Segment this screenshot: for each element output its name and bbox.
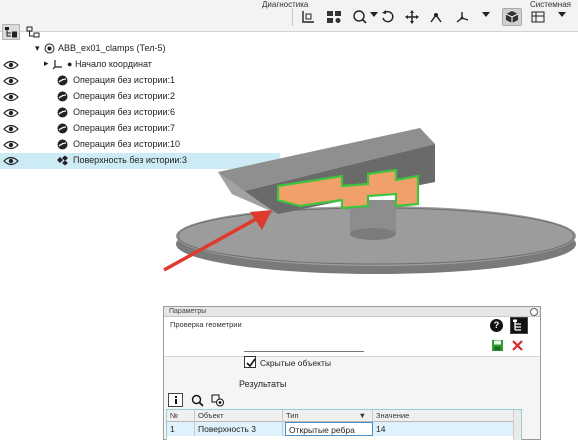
column-header-value[interactable]: Значение bbox=[373, 410, 513, 422]
tree-list-icon bbox=[513, 319, 521, 331]
operation-icon bbox=[57, 75, 68, 86]
operation-icon bbox=[57, 107, 68, 118]
parameters-dialog: Параметры Проверка геометрии ? Скрытые о… bbox=[163, 306, 541, 440]
pan-icon bbox=[405, 10, 419, 24]
save-icon[interactable] bbox=[491, 339, 504, 352]
zoom-icon bbox=[191, 394, 204, 407]
expand-arrow-icon[interactable]: ▸ bbox=[44, 58, 49, 69]
eye-icon[interactable] bbox=[3, 60, 19, 70]
eye-icon[interactable] bbox=[3, 76, 19, 86]
surface-icon bbox=[57, 155, 68, 166]
select-object-button[interactable] bbox=[210, 393, 225, 407]
tree-item-label: Начало координат bbox=[75, 59, 152, 69]
display-mode-dropdown-caret[interactable] bbox=[558, 12, 566, 17]
table-row[interactable]: 1 Поверхность 3 Открытые ребра 14 bbox=[167, 422, 521, 436]
tree-item-operation[interactable]: Операция без истории:1 bbox=[0, 73, 280, 89]
zoom-button[interactable] bbox=[350, 8, 370, 26]
top-toolbar: Диагностика Системная bbox=[0, 0, 578, 32]
table-header: № Объект Тип ▼ Значение bbox=[167, 410, 521, 422]
pan-button[interactable] bbox=[402, 8, 422, 26]
column-header-number[interactable]: № bbox=[167, 410, 195, 422]
orient-button[interactable] bbox=[426, 8, 446, 26]
checkmark-icon bbox=[246, 358, 256, 368]
display-mode-icon bbox=[531, 11, 545, 23]
tree-item-origin[interactable]: ▸ ● Начало координат bbox=[0, 57, 280, 73]
rotate-icon bbox=[382, 10, 394, 23]
hidden-objects-label: Скрытые объекты bbox=[260, 358, 331, 368]
cell-object: Поверхность 3 bbox=[195, 422, 283, 436]
tree-root-label: ABB_ex01_clamps (Тел-5) bbox=[58, 43, 166, 53]
properties-button[interactable] bbox=[324, 8, 344, 26]
coordinate-system-button[interactable] bbox=[298, 8, 318, 26]
section-divider bbox=[244, 351, 364, 352]
axes-button[interactable] bbox=[452, 8, 472, 26]
eye-icon[interactable] bbox=[3, 140, 19, 150]
results-table: № Объект Тип ▼ Значение 1 Поверхность 3 … bbox=[166, 409, 522, 440]
part-icon bbox=[44, 43, 55, 54]
operation-icon bbox=[57, 139, 68, 150]
axes-icon bbox=[456, 12, 469, 23]
zoom-dropdown-caret[interactable] bbox=[370, 12, 378, 17]
tree-view-button[interactable] bbox=[2, 24, 20, 40]
info-button[interactable] bbox=[168, 393, 183, 407]
eye-icon[interactable] bbox=[3, 124, 19, 134]
eye-icon[interactable] bbox=[3, 156, 19, 166]
view-cube-button[interactable] bbox=[502, 8, 522, 26]
zoom-to-object-button[interactable] bbox=[190, 393, 205, 407]
axes-dropdown-caret[interactable] bbox=[482, 12, 490, 17]
orient-icon bbox=[430, 13, 442, 23]
column-header-type[interactable]: Тип ▼ bbox=[283, 410, 373, 422]
dialog-close-icon[interactable] bbox=[530, 308, 538, 316]
cell-type-dropdown[interactable]: Открытые ребра bbox=[285, 422, 373, 436]
tree-root[interactable]: ▾ ABB_ex01_clamps (Тел-5) bbox=[0, 41, 280, 57]
eye-icon[interactable] bbox=[3, 108, 19, 118]
table-scrollbar[interactable] bbox=[513, 410, 521, 440]
cell-number: 1 bbox=[167, 422, 195, 436]
expand-arrow-icon[interactable]: ▾ bbox=[35, 43, 40, 54]
column-header-type-label: Тип bbox=[286, 411, 299, 420]
cell-value: 14 bbox=[376, 424, 386, 434]
eye-icon[interactable] bbox=[3, 92, 19, 102]
tree-item-label: Операция без истории:1 bbox=[73, 75, 176, 85]
coordinate-system-icon bbox=[302, 11, 314, 23]
results-label: Результаты bbox=[239, 379, 287, 389]
model-viewport[interactable] bbox=[150, 90, 578, 290]
properties-icon bbox=[327, 11, 341, 23]
operation-icon bbox=[57, 91, 68, 102]
tree-toggle-button[interactable] bbox=[510, 317, 528, 334]
hidden-objects-checkbox[interactable] bbox=[244, 356, 256, 368]
hierarchy-icon bbox=[26, 26, 40, 38]
zoom-icon bbox=[353, 10, 367, 24]
help-icon[interactable]: ? bbox=[490, 319, 503, 332]
cancel-icon[interactable] bbox=[511, 339, 524, 352]
tree-alt-view-button[interactable] bbox=[24, 24, 42, 40]
coordinate-origin-icon bbox=[52, 60, 62, 70]
filter-dropdown-icon[interactable]: ▼ bbox=[359, 410, 366, 422]
operation-icon bbox=[57, 123, 68, 134]
dialog-subtitle: Проверка геометрии bbox=[170, 320, 242, 329]
origin-dot-icon: ● bbox=[67, 59, 73, 69]
select-object-icon bbox=[211, 394, 224, 406]
column-header-object[interactable]: Объект bbox=[195, 410, 283, 422]
tree-structure-icon bbox=[5, 27, 17, 38]
cube-icon bbox=[505, 11, 519, 23]
dialog-title: Параметры bbox=[164, 307, 540, 317]
display-mode-button[interactable] bbox=[528, 8, 548, 26]
toolbar-separator bbox=[292, 8, 293, 26]
rotate-button[interactable] bbox=[378, 8, 398, 26]
info-icon bbox=[174, 396, 177, 404]
